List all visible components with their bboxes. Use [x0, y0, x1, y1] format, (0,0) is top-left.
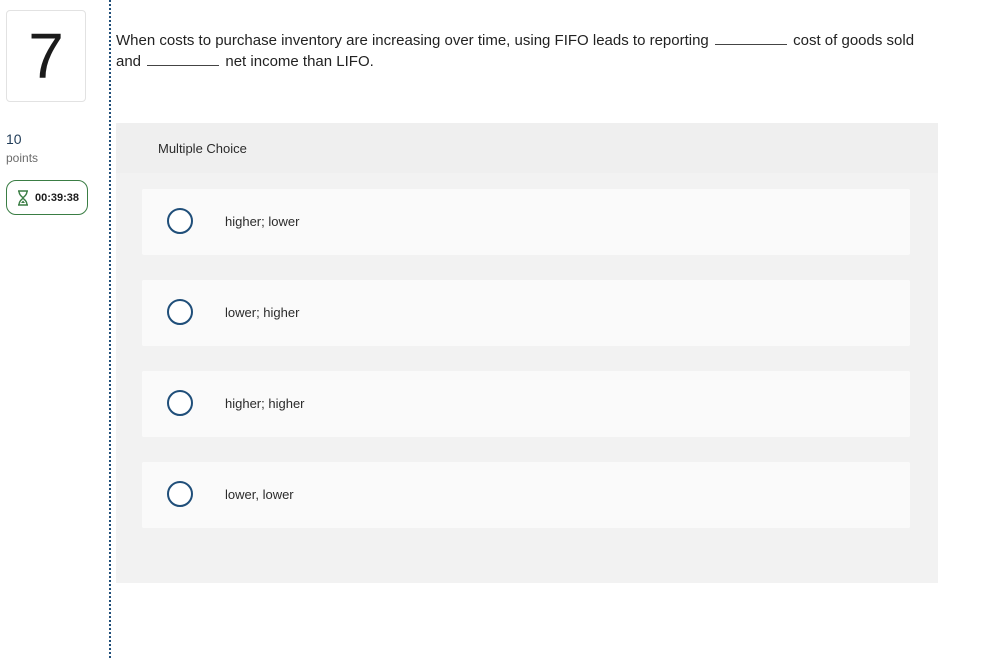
choice-label: lower; higher — [225, 305, 300, 320]
question-text-part1: When costs to purchase inventory are inc… — [116, 32, 709, 49]
choice-label: lower, lower — [225, 487, 294, 502]
choice-option[interactable]: higher; higher — [142, 371, 910, 437]
timer-badge: 00:39:38 — [6, 180, 88, 215]
radio-button[interactable] — [167, 481, 193, 507]
points-label: points — [6, 151, 39, 165]
answer-blank-2 — [147, 51, 220, 66]
question-text-part3: net income than LIFO. — [225, 53, 374, 70]
radio-button[interactable] — [167, 390, 193, 416]
question-number: 7 — [28, 20, 64, 92]
points-value: 10 — [6, 131, 22, 147]
column-divider — [109, 0, 111, 658]
answer-blank-1 — [714, 30, 787, 45]
choice-label: higher; lower — [225, 214, 300, 229]
multiple-choice-panel: Multiple Choice higher; lower lower; hig… — [116, 123, 938, 583]
question-page: 7 10 points 00:39:38 When costs to purch… — [0, 0, 981, 658]
question-prompt: When costs to purchase inventory are inc… — [116, 30, 926, 72]
choice-option[interactable]: lower, lower — [142, 462, 910, 528]
radio-button[interactable] — [167, 299, 193, 325]
choice-option[interactable]: lower; higher — [142, 280, 910, 346]
choice-option[interactable]: higher; lower — [142, 189, 910, 255]
hourglass-icon — [17, 189, 29, 206]
timer-text: 00:39:38 — [35, 191, 80, 204]
radio-button[interactable] — [167, 208, 193, 234]
choice-label: higher; higher — [225, 396, 305, 411]
question-number-box: 7 — [6, 10, 86, 102]
panel-header: Multiple Choice — [158, 141, 247, 156]
